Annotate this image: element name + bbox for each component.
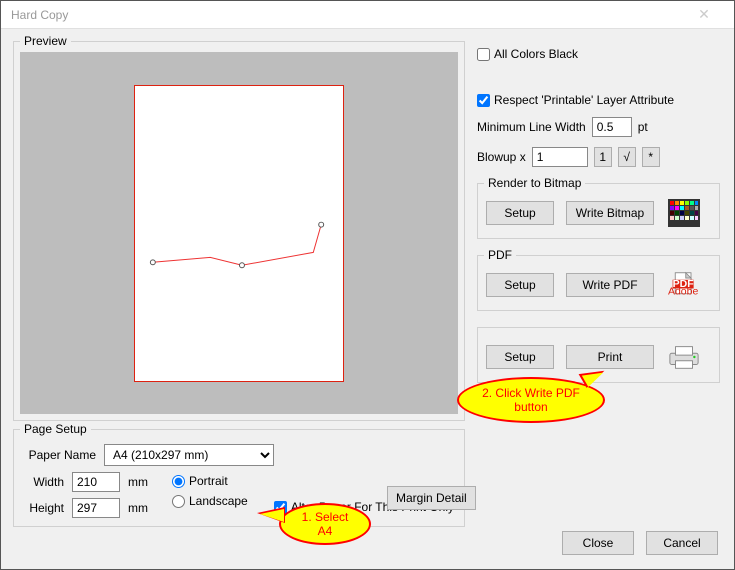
preview-paper	[134, 85, 344, 382]
cancel-button[interactable]: Cancel	[646, 531, 718, 555]
blowup-sqrt-button[interactable]: √	[618, 147, 636, 167]
respect-printable-input[interactable]	[477, 94, 490, 107]
pdf-icon: PDF Adobe	[666, 270, 702, 300]
blowup-one-button[interactable]: 1	[594, 147, 612, 167]
svg-text:Adobe: Adobe	[668, 286, 698, 298]
min-line-width-unit: pt	[638, 120, 648, 134]
min-line-width-label: Minimum Line Width	[477, 120, 586, 134]
preview-drawing	[135, 86, 343, 380]
close-button[interactable]: Close	[562, 531, 634, 555]
write-pdf-button[interactable]: Write PDF	[566, 273, 654, 297]
height-input[interactable]	[72, 498, 120, 518]
respect-printable-label: Respect 'Printable' Layer Attribute	[494, 93, 674, 107]
render-bitmap-title: Render to Bitmap	[484, 176, 585, 190]
margin-detail-button[interactable]: Margin Detail	[387, 486, 476, 510]
pdf-group: PDF Setup Write PDF PDF Adobe	[477, 255, 720, 311]
preview-group: Preview	[13, 41, 465, 421]
options-column: All Colors Black Respect 'Printable' Lay…	[477, 47, 720, 383]
dialog-content: Preview All Colors Black	[1, 29, 734, 569]
printer-setup-button[interactable]: Setup	[486, 345, 554, 369]
height-label: Height	[24, 501, 64, 515]
print-button[interactable]: Print	[566, 345, 654, 369]
palette-icon	[666, 198, 702, 228]
pdf-setup-button[interactable]: Setup	[486, 273, 554, 297]
printer-icon	[666, 342, 702, 372]
landscape-radio[interactable]: Landscape	[172, 494, 248, 508]
all-colors-black-label: All Colors Black	[494, 47, 578, 61]
width-label: Width	[24, 475, 64, 489]
portrait-input[interactable]	[172, 475, 185, 488]
callout-select-a4: 1. Select A4	[279, 503, 371, 545]
write-bitmap-button[interactable]: Write Bitmap	[566, 201, 654, 225]
render-bitmap-group: Render to Bitmap Setup Write Bitmap	[477, 183, 720, 239]
window-close-button[interactable]: ✕	[684, 3, 724, 27]
paper-name-label: Paper Name	[24, 448, 96, 462]
all-colors-black-checkbox[interactable]: All Colors Black	[477, 47, 720, 61]
portrait-label: Portrait	[189, 474, 228, 488]
page-setup-group: Page Setup Paper Name A4 (210x297 mm) Wi…	[13, 429, 465, 527]
titlebar: Hard Copy ✕	[1, 1, 734, 29]
bitmap-setup-button[interactable]: Setup	[486, 201, 554, 225]
page-setup-title: Page Setup	[20, 422, 91, 436]
blowup-label: Blowup x	[477, 150, 526, 164]
blowup-star-button[interactable]: *	[642, 147, 660, 167]
landscape-label: Landscape	[189, 494, 248, 508]
dialog-buttons: Close Cancel	[562, 531, 718, 555]
all-colors-black-input[interactable]	[477, 48, 490, 61]
min-line-width-row: Minimum Line Width pt	[477, 117, 720, 137]
blowup-input[interactable]	[532, 147, 588, 167]
callout-write-pdf: 2. Click Write PDF button	[457, 377, 605, 423]
preview-area	[20, 52, 458, 414]
portrait-radio[interactable]: Portrait	[172, 474, 248, 488]
pdf-title: PDF	[484, 248, 516, 262]
height-unit: mm	[128, 501, 148, 515]
preview-label: Preview	[20, 34, 71, 48]
window-title: Hard Copy	[11, 8, 68, 22]
width-unit: mm	[128, 475, 148, 489]
hard-copy-dialog: Hard Copy ✕ Preview All Co	[0, 0, 735, 570]
paper-name-select[interactable]: A4 (210x297 mm)	[104, 444, 274, 466]
width-input[interactable]	[72, 472, 120, 492]
min-line-width-input[interactable]	[592, 117, 632, 137]
blowup-row: Blowup x 1 √ *	[477, 147, 720, 167]
landscape-input[interactable]	[172, 495, 185, 508]
respect-printable-checkbox[interactable]: Respect 'Printable' Layer Attribute	[477, 93, 720, 107]
